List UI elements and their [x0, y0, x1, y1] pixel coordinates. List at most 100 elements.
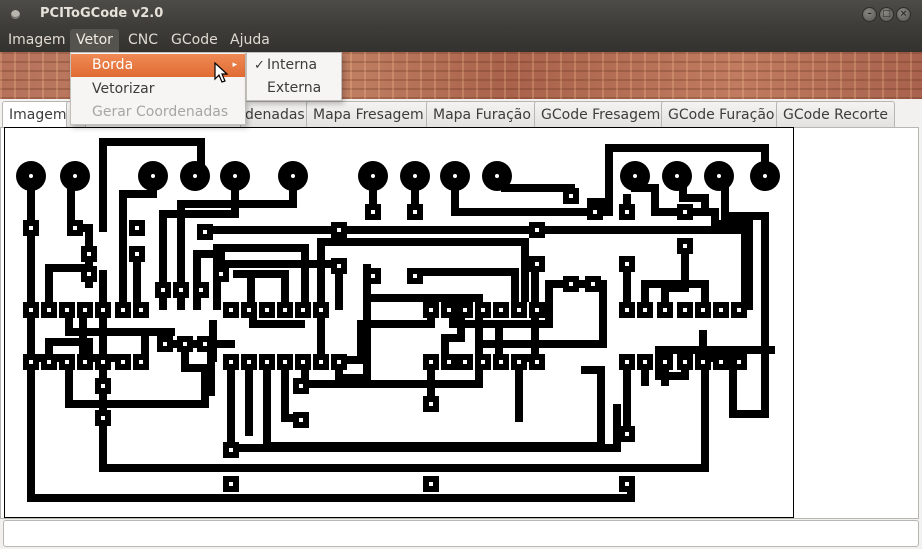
pad-hole [535, 262, 539, 266]
menu-imagem[interactable]: Imagem [2, 29, 71, 52]
pad-hole [299, 384, 303, 388]
pad-hole [65, 308, 69, 312]
pad-hole [87, 252, 91, 256]
pad-hole [121, 360, 125, 364]
menu-gcode[interactable]: GCode [165, 29, 224, 52]
menu-cnc[interactable]: CNC [122, 29, 164, 52]
pad-hole [447, 360, 451, 364]
pad-hole [429, 308, 433, 312]
pad-hole [593, 210, 597, 214]
pad-hole [371, 274, 375, 278]
pad-hole [229, 308, 233, 312]
pcb-layout-drawing [16, 138, 780, 502]
pad-hole [591, 282, 595, 286]
pad-hole [625, 262, 629, 266]
pad-hole [499, 308, 503, 312]
pad-hole [701, 308, 705, 312]
pad-hole [139, 308, 143, 312]
submenu-item-externa[interactable]: Externa [247, 77, 341, 100]
pad-hole [463, 308, 467, 312]
pad-hole [161, 288, 165, 292]
pad-hole [625, 210, 629, 214]
pad-hole [481, 308, 485, 312]
pad-hole [73, 226, 77, 230]
pad-hole [683, 244, 687, 248]
pad-hole [481, 360, 485, 364]
pad-hole [719, 308, 723, 312]
pad-hole [101, 384, 105, 388]
pad-hole [179, 288, 183, 292]
pad-hole [319, 308, 323, 312]
pad-hole [283, 308, 287, 312]
pad-hole [371, 210, 375, 214]
pad-hole [29, 308, 33, 312]
tab-coordenadas[interactable]: denadas [240, 101, 312, 128]
pad-hole [299, 418, 303, 422]
pad-hole [337, 228, 341, 232]
pad-hole [517, 360, 521, 364]
tab-gcode-furacao[interactable]: GCode Furação [661, 101, 782, 128]
pad-hole [625, 308, 629, 312]
pad-hole [737, 308, 741, 312]
pad-hole [737, 360, 741, 364]
menu-item-borda-label: Borda [92, 57, 134, 73]
window-title: PCIToGCode v2.0 [40, 6, 164, 21]
pad-hole [47, 308, 51, 312]
pad-hole [413, 210, 417, 214]
pad-hole [429, 482, 433, 486]
tab-mapa-furacao[interactable]: Mapa Furação [426, 101, 538, 128]
pad-hole [535, 360, 539, 364]
pad-hole [447, 308, 451, 312]
window-menu-icon[interactable] [11, 10, 20, 19]
pad-hole [569, 282, 573, 286]
pad-hole [203, 230, 207, 234]
pad-hole [265, 308, 269, 312]
pad-hole [625, 432, 629, 436]
pad-hole [219, 272, 223, 276]
pad-hole [87, 272, 91, 276]
pad-hole [65, 360, 69, 364]
pad-hole [643, 308, 647, 312]
close-icon[interactable]: × [896, 7, 911, 22]
status-bar [3, 520, 919, 547]
pad-hole [625, 482, 629, 486]
tab-gcode-recorte[interactable]: GCode Recorte [776, 101, 895, 128]
pad-hole [663, 308, 667, 312]
pad-hole [199, 288, 203, 292]
pad-hole [337, 264, 341, 268]
submenu-arrow-icon: ▸ [232, 60, 237, 70]
pad-hole [535, 228, 539, 232]
menu-bar: Imagem Vetor CNC GCode Ajuda [0, 29, 922, 52]
pad-hole [643, 360, 647, 364]
pad-hole [135, 226, 139, 230]
menu-item-gerar-coordenadas: Gerar Coordenadas [92, 104, 229, 120]
pad-hole [83, 308, 87, 312]
pad-hole [29, 360, 33, 364]
minimize-icon[interactable]: – [862, 7, 877, 22]
tab-gcode-fresagem[interactable]: GCode Fresagem [534, 101, 668, 128]
pcb-image-canvas[interactable] [4, 127, 794, 518]
pad-hole [517, 308, 521, 312]
pad-hole [283, 360, 287, 364]
check-icon: ✓ [254, 58, 265, 73]
tab-mapa-fresagem[interactable]: Mapa Fresagem [306, 101, 431, 128]
submenu-item-interna[interactable]: ✓ Interna [247, 54, 341, 77]
pad-hole [429, 360, 433, 364]
borda-submenu: ✓ Interna Externa [246, 52, 342, 101]
pad-hole [265, 360, 269, 364]
maximize-icon[interactable]: □ [879, 7, 894, 22]
pad-hole [247, 308, 251, 312]
pad-hole [229, 448, 233, 452]
pad-hole [463, 360, 467, 364]
menu-vetor[interactable]: Vetor [70, 29, 119, 52]
pad-hole [139, 360, 143, 364]
pad-hole [719, 360, 723, 364]
pad-hole [47, 360, 51, 364]
menu-ajuda[interactable]: Ajuda [224, 29, 276, 52]
pad-hole [663, 360, 667, 364]
pad-hole [229, 482, 233, 486]
pad-hole [319, 360, 323, 364]
pad-hole [247, 360, 251, 364]
pad-hole [121, 308, 125, 312]
tab-imagem[interactable]: Imagem [2, 101, 74, 128]
